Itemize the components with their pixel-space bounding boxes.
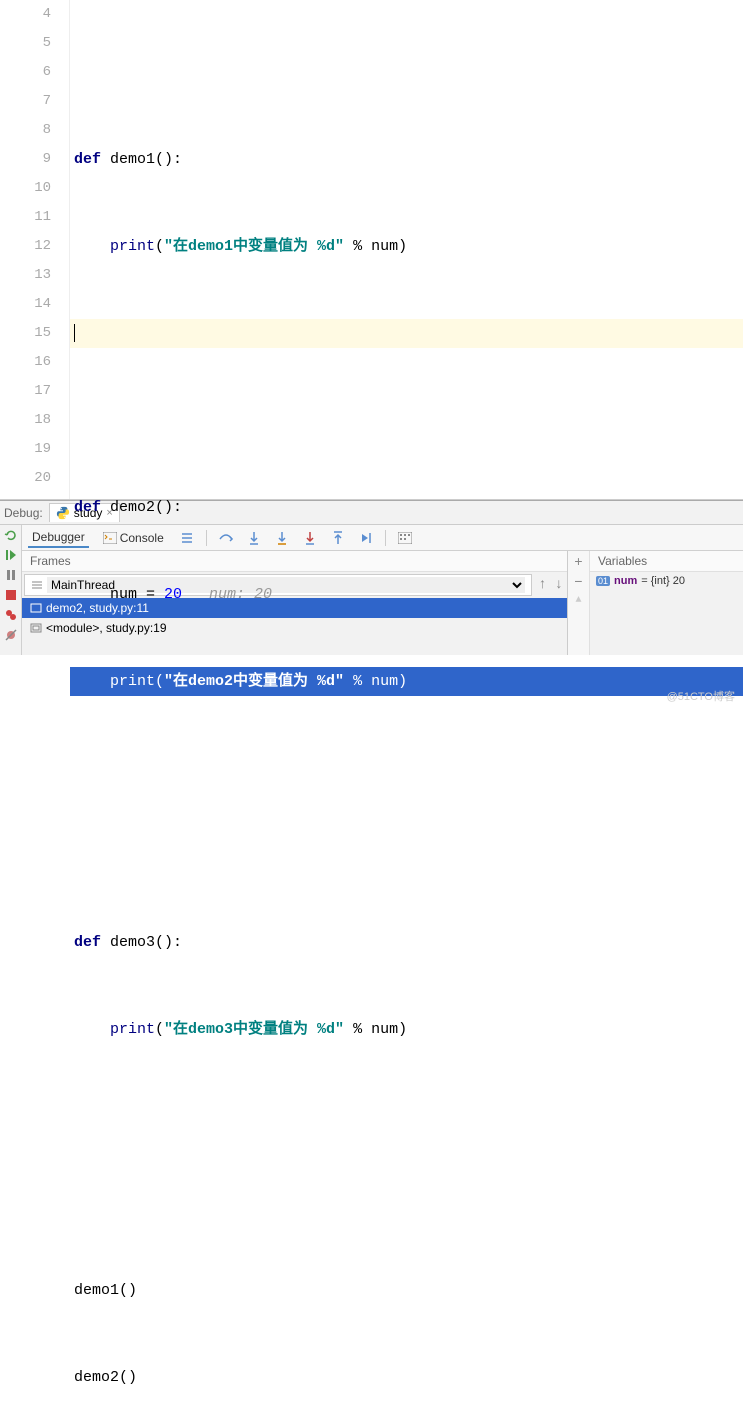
mute-breakpoints-button[interactable] [3, 627, 19, 643]
execution-line[interactable]: print("在demo2中变量值为 %d" % num) [70, 667, 743, 696]
pause-button[interactable] [3, 567, 19, 583]
frame-icon [30, 622, 42, 634]
resume-button[interactable] [3, 547, 19, 563]
thread-icon [31, 579, 43, 591]
code-editor[interactable]: 456 789 101112 131415 161718 1920 def de… [0, 0, 743, 500]
debug-label: Debug: [4, 506, 43, 520]
frame-icon [30, 602, 42, 614]
current-line[interactable] [70, 319, 743, 348]
code-area[interactable]: def demo1(): print("在demo1中变量值为 %d" % nu… [70, 0, 743, 499]
watermark: @51CTO博客 [667, 688, 735, 704]
view-breakpoints-button[interactable] [3, 607, 19, 623]
line-gutter: 456 789 101112 131415 161718 1920 [0, 0, 70, 499]
stop-button[interactable] [3, 587, 19, 603]
debug-side-toolbar [0, 525, 22, 655]
python-icon [56, 506, 70, 520]
rerun-button[interactable] [3, 527, 19, 543]
